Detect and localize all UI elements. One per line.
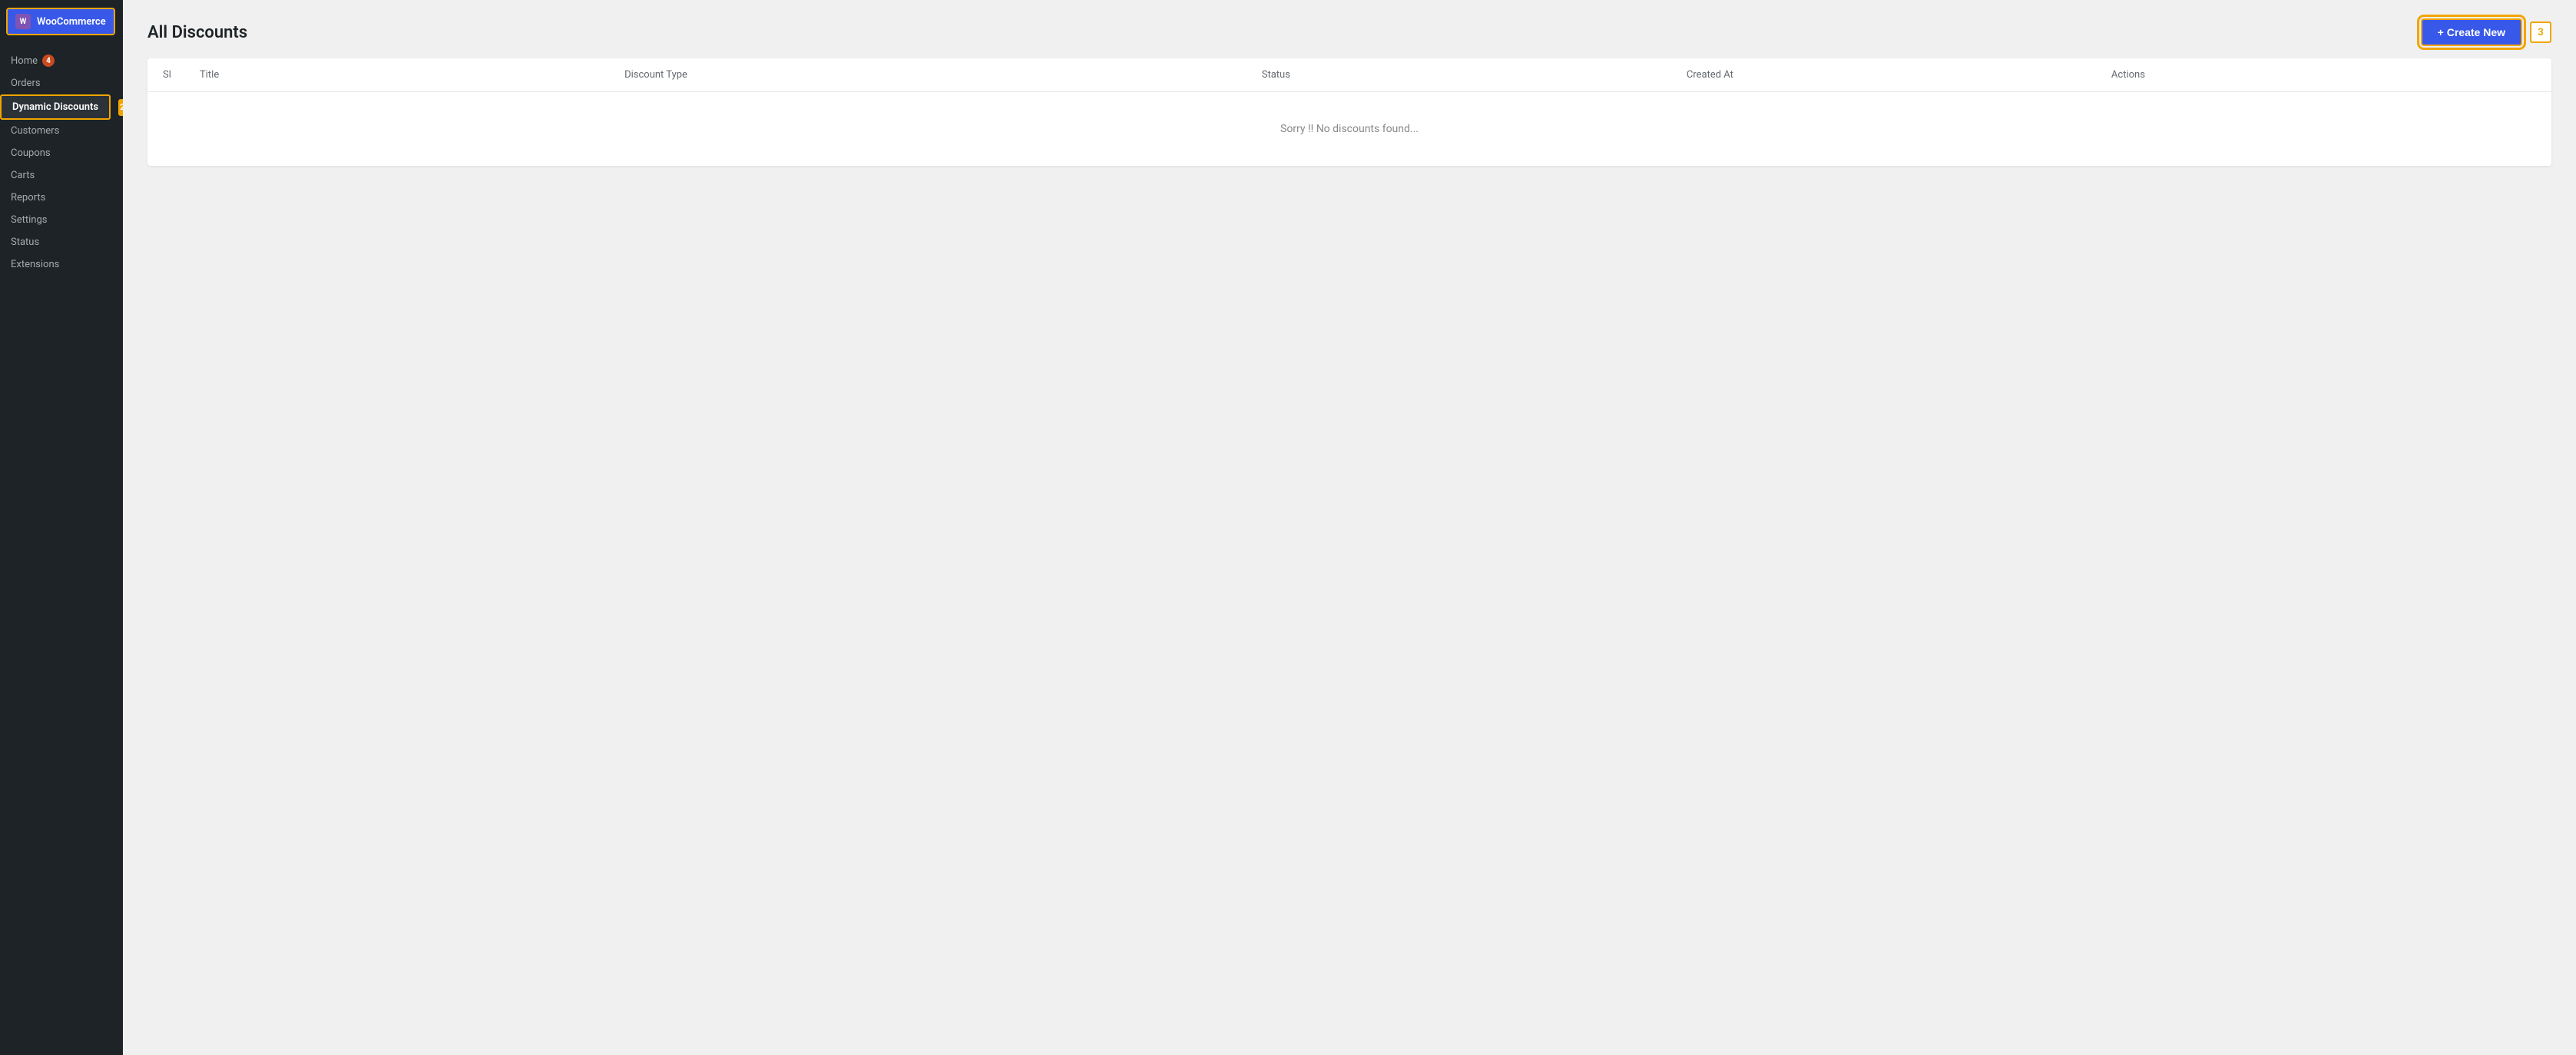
table-empty-state: Sorry !! No discounts found... [147, 92, 2551, 166]
woo-icon: W [15, 14, 31, 29]
reports-label: Reports [11, 192, 45, 203]
empty-message: Sorry !! No discounts found... [1280, 123, 1419, 135]
annotation-3-badge: 3 [2530, 21, 2551, 43]
coupons-label: Coupons [11, 147, 51, 159]
customers-label: Customers [11, 125, 59, 137]
status-label: Status [11, 236, 39, 248]
carts-label: Carts [11, 170, 35, 181]
sidebar-top: W WooCommerce 1 [0, 0, 123, 43]
sidebar-nav: Home 4 Orders Dynamic Discounts 2 Custom… [0, 43, 123, 1055]
page-title: All Discounts [147, 23, 247, 42]
table-header: Sl Title Discount Type Status Created At… [147, 58, 2551, 92]
dynamic-discounts-label: Dynamic Discounts [12, 101, 98, 113]
sidebar-item-coupons[interactable]: Coupons [0, 142, 123, 164]
sidebar-item-customers[interactable]: Customers [0, 120, 123, 142]
sidebar-item-carts[interactable]: Carts [0, 164, 123, 187]
settings-label: Settings [11, 214, 47, 226]
col-sl: Sl [163, 69, 200, 81]
sidebar: W WooCommerce 1 Home 4 Orders Dynamic Di… [0, 0, 123, 1055]
woocommerce-brand[interactable]: W WooCommerce [6, 8, 115, 35]
page-header: All Discounts + Create New 3 [123, 0, 2576, 58]
col-title: Title [200, 69, 624, 81]
main-content: All Discounts + Create New 3 Sl Title Di… [123, 0, 2576, 1055]
sidebar-item-orders[interactable]: Orders [0, 72, 123, 94]
col-created-at: Created At [1687, 69, 2111, 81]
sidebar-item-reports[interactable]: Reports [0, 187, 123, 209]
col-actions: Actions [2111, 69, 2536, 81]
brand-label: WooCommerce [37, 16, 106, 28]
create-new-button[interactable]: + Create New [2421, 18, 2522, 46]
extensions-label: Extensions [11, 259, 59, 270]
discounts-table: Sl Title Discount Type Status Created At… [147, 58, 2551, 166]
sidebar-item-status[interactable]: Status [0, 231, 123, 253]
col-discount-type: Discount Type [624, 69, 1262, 81]
col-status: Status [1262, 69, 1687, 81]
orders-label: Orders [11, 78, 41, 89]
sidebar-item-dynamic-discounts[interactable]: Dynamic Discounts [0, 94, 111, 120]
sidebar-item-settings[interactable]: Settings [0, 209, 123, 231]
home-label: Home [11, 55, 38, 67]
home-badge: 4 [42, 55, 55, 67]
header-right: + Create New 3 [2421, 18, 2551, 46]
sidebar-item-extensions[interactable]: Extensions [0, 253, 123, 276]
sidebar-item-home[interactable]: Home 4 [0, 49, 65, 72]
